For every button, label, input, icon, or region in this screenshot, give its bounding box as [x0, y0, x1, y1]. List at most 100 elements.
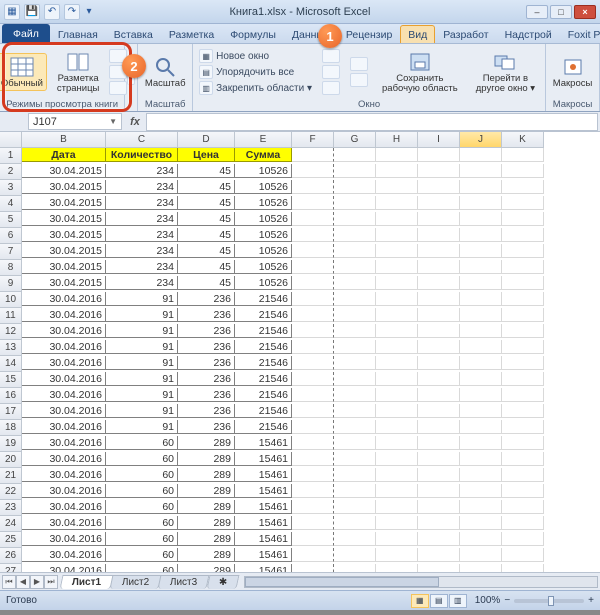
data-cell[interactable]: 91: [106, 340, 178, 354]
macros-button[interactable]: Макросы: [549, 53, 597, 92]
data-cell[interactable]: 15461: [235, 452, 292, 466]
column-header-G[interactable]: G: [334, 132, 376, 148]
empty-cell[interactable]: [460, 372, 502, 386]
empty-cell[interactable]: [502, 340, 544, 354]
empty-cell[interactable]: [418, 340, 460, 354]
empty-cell[interactable]: [292, 340, 334, 354]
data-cell[interactable]: 234: [106, 180, 178, 194]
table-header-cell[interactable]: Количество: [106, 148, 178, 162]
row-header[interactable]: 8: [0, 260, 22, 276]
empty-cell[interactable]: [460, 244, 502, 258]
data-cell[interactable]: 30.04.2016: [22, 308, 106, 322]
empty-cell[interactable]: [376, 148, 418, 162]
undo-icon[interactable]: ↶: [44, 4, 60, 20]
tab-foxit pdf[interactable]: Foxit PDF: [560, 25, 600, 43]
data-cell[interactable]: 30.04.2016: [22, 356, 106, 370]
empty-cell[interactable]: [460, 500, 502, 514]
data-cell[interactable]: 30.04.2015: [22, 212, 106, 226]
formula-input[interactable]: [146, 113, 598, 131]
spreadsheet-grid[interactable]: BCDEFGHIJK1ДатаКоличествоЦенаСумма230.04…: [0, 132, 600, 572]
data-cell[interactable]: 30.04.2016: [22, 372, 106, 386]
data-cell[interactable]: 21546: [235, 308, 292, 322]
data-cell[interactable]: 21546: [235, 292, 292, 306]
empty-cell[interactable]: [376, 372, 418, 386]
data-cell[interactable]: 15461: [235, 500, 292, 514]
empty-cell[interactable]: [292, 292, 334, 306]
empty-cell[interactable]: [502, 420, 544, 434]
data-cell[interactable]: 45: [178, 164, 235, 178]
row-header[interactable]: 7: [0, 244, 22, 260]
data-cell[interactable]: 234: [106, 196, 178, 210]
empty-cell[interactable]: [502, 532, 544, 546]
empty-cell[interactable]: [334, 388, 376, 402]
hide-button[interactable]: [322, 65, 340, 79]
sheet-nav-first[interactable]: ⏮: [2, 575, 16, 589]
empty-cell[interactable]: [376, 388, 418, 402]
empty-cell[interactable]: [292, 148, 334, 162]
empty-cell[interactable]: [292, 500, 334, 514]
empty-cell[interactable]: [502, 452, 544, 466]
empty-cell[interactable]: [292, 420, 334, 434]
data-cell[interactable]: 45: [178, 228, 235, 242]
empty-cell[interactable]: [502, 180, 544, 194]
empty-cell[interactable]: [418, 500, 460, 514]
data-cell[interactable]: 30.04.2016: [22, 388, 106, 402]
data-cell[interactable]: 30.04.2015: [22, 276, 106, 290]
empty-cell[interactable]: [334, 404, 376, 418]
empty-cell[interactable]: [502, 292, 544, 306]
empty-cell[interactable]: [460, 356, 502, 370]
name-box-dropdown-icon[interactable]: ▼: [109, 117, 117, 126]
empty-cell[interactable]: [502, 196, 544, 210]
data-cell[interactable]: 60: [106, 452, 178, 466]
empty-cell[interactable]: [460, 404, 502, 418]
empty-cell[interactable]: [418, 532, 460, 546]
data-cell[interactable]: 30.04.2016: [22, 516, 106, 530]
empty-cell[interactable]: [334, 420, 376, 434]
data-cell[interactable]: 30.04.2015: [22, 196, 106, 210]
empty-cell[interactable]: [460, 228, 502, 242]
tab-вид[interactable]: Вид: [400, 25, 435, 43]
tab-главная[interactable]: Главная: [50, 25, 106, 43]
empty-cell[interactable]: [502, 548, 544, 562]
empty-cell[interactable]: [334, 484, 376, 498]
empty-cell[interactable]: [376, 356, 418, 370]
data-cell[interactable]: 234: [106, 212, 178, 226]
empty-cell[interactable]: [502, 484, 544, 498]
empty-cell[interactable]: [418, 388, 460, 402]
empty-cell[interactable]: [502, 372, 544, 386]
empty-cell[interactable]: [334, 292, 376, 306]
empty-cell[interactable]: [418, 516, 460, 530]
empty-cell[interactable]: [292, 388, 334, 402]
row-header[interactable]: 24: [0, 516, 22, 532]
data-cell[interactable]: 15461: [235, 564, 292, 572]
data-cell[interactable]: 91: [106, 356, 178, 370]
new-window-button[interactable]: ▦Новое окно: [199, 49, 312, 63]
data-cell[interactable]: 21546: [235, 420, 292, 434]
empty-cell[interactable]: [418, 260, 460, 274]
empty-cell[interactable]: [292, 564, 334, 572]
data-cell[interactable]: 10526: [235, 276, 292, 290]
empty-cell[interactable]: [460, 148, 502, 162]
data-cell[interactable]: 15461: [235, 532, 292, 546]
tab-формулы[interactable]: Формулы: [222, 25, 284, 43]
close-button[interactable]: ×: [574, 5, 596, 19]
row-header[interactable]: 10: [0, 292, 22, 308]
data-cell[interactable]: 60: [106, 436, 178, 450]
empty-cell[interactable]: [292, 452, 334, 466]
empty-cell[interactable]: [334, 356, 376, 370]
data-cell[interactable]: 10526: [235, 180, 292, 194]
empty-cell[interactable]: [334, 228, 376, 242]
empty-cell[interactable]: [334, 564, 376, 572]
row-header[interactable]: 27: [0, 564, 22, 572]
data-cell[interactable]: 30.04.2016: [22, 324, 106, 338]
sheet-nav-last[interactable]: ⏭: [44, 575, 58, 589]
data-cell[interactable]: 30.04.2016: [22, 292, 106, 306]
data-cell[interactable]: 10526: [235, 244, 292, 258]
empty-cell[interactable]: [334, 532, 376, 546]
data-cell[interactable]: 60: [106, 500, 178, 514]
row-header[interactable]: 3: [0, 180, 22, 196]
data-cell[interactable]: 289: [178, 548, 235, 562]
data-cell[interactable]: 91: [106, 308, 178, 322]
data-cell[interactable]: 289: [178, 532, 235, 546]
sync-scroll-button[interactable]: [350, 57, 368, 71]
